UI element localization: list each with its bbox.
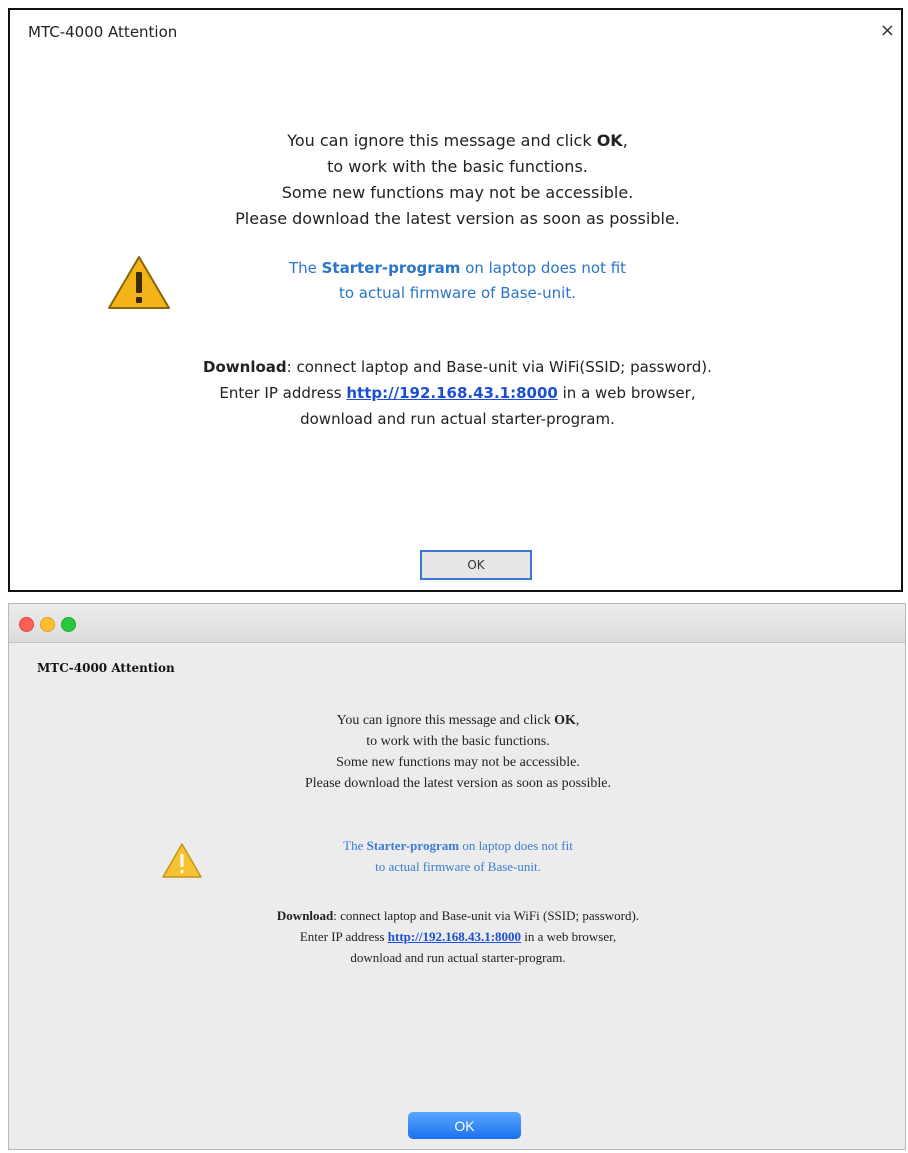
- dialog-title: MTC-4000 Attention: [28, 23, 178, 41]
- download-instructions: Download: connect laptop and Base-unit v…: [203, 358, 712, 428]
- intro-message: You can ignore this message and click OK…: [304, 713, 611, 791]
- windows-attention-dialog: MTC-4000 Attention × You can ignore this…: [8, 8, 903, 592]
- ok-button[interactable]: OK: [408, 1112, 521, 1139]
- minimize-window-button[interactable]: [40, 617, 55, 632]
- download-instructions: Download: connect laptop and Base-unit v…: [276, 908, 640, 965]
- firmware-warning-message: The Starter-program on laptop does not f…: [343, 838, 573, 874]
- ip-address-link[interactable]: http://192.168.43.1:8000: [346, 384, 558, 402]
- ok-button[interactable]: OK: [420, 550, 532, 580]
- close-window-button[interactable]: [19, 617, 34, 632]
- intro-message: You can ignore this message and click OK…: [235, 131, 680, 228]
- ip-address-link[interactable]: http://192.168.43.1:8000: [388, 929, 521, 944]
- window-titlebar[interactable]: [9, 604, 905, 643]
- zoom-window-button[interactable]: [61, 617, 76, 632]
- close-icon[interactable]: ×: [880, 20, 895, 41]
- dialog-title: MTC-4000 Attention: [37, 661, 175, 675]
- mac-attention-dialog: MTC-4000 Attention You can ignore this m…: [8, 603, 906, 1150]
- firmware-warning-message: The Starter-program on laptop does not f…: [288, 259, 627, 302]
